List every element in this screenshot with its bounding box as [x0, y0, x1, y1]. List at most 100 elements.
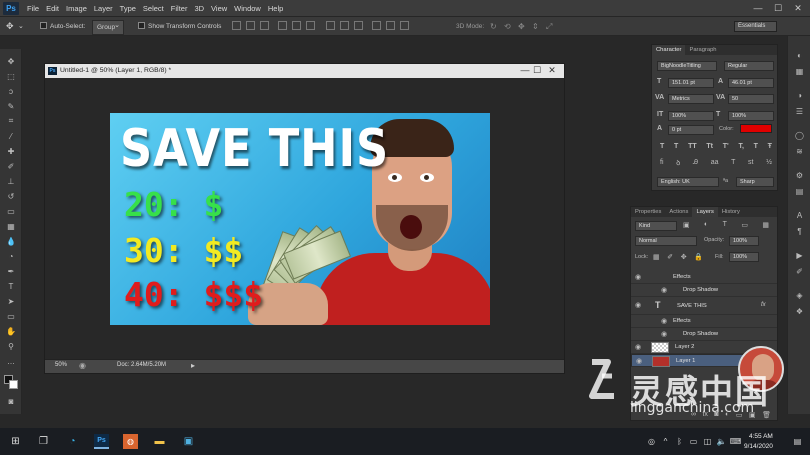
strikethrough-icon[interactable]: Ŧ	[768, 143, 772, 150]
brush-tool-icon[interactable]: ✐	[4, 160, 18, 172]
blur-tool-icon[interactable]: 💧	[4, 235, 18, 247]
effects-visibility-eye-icon[interactable]: ◉	[661, 317, 667, 325]
superscript-icon[interactable]: T'	[723, 143, 729, 150]
align-vcenter-icon[interactable]	[246, 21, 255, 30]
auto-select-checkbox[interactable]: Auto-Select:	[40, 20, 85, 33]
3d-rotate-icon[interactable]: ↻	[490, 20, 497, 33]
tray-chevron-icon[interactable]: ^	[658, 434, 673, 449]
layers-panel-icon[interactable]: ◈	[794, 290, 805, 301]
layer-effects-row[interactable]: ◉ Effects	[631, 315, 777, 328]
drop-shadow-visibility-eye-icon[interactable]: ◉	[661, 286, 667, 294]
3d-scale-icon[interactable]: ⤢	[546, 20, 552, 33]
subscript-icon[interactable]: T,	[738, 143, 743, 150]
lasso-tool-icon[interactable]: ↄ	[4, 85, 18, 97]
3d-roll-icon[interactable]: ⟲	[504, 20, 511, 33]
status-menu-arrow-icon[interactable]: ▸	[191, 361, 195, 370]
menu-image[interactable]: Image	[66, 0, 94, 17]
layer-visibility-eye-icon[interactable]: ◉	[635, 301, 641, 309]
shape-filter-icon[interactable]: ▭	[741, 221, 748, 229]
network-icon[interactable]: ◫	[700, 434, 715, 449]
app-maximize-button[interactable]: ☐	[768, 0, 788, 17]
distribute-top-icon[interactable]	[326, 21, 335, 30]
font-size-field[interactable]: 151.01 pt	[668, 78, 714, 88]
crop-tool-icon[interactable]: ⌗	[4, 115, 18, 127]
align-right-icon[interactable]	[306, 21, 315, 30]
pixel-filter-icon[interactable]: ▣	[683, 221, 690, 229]
paths-panel-icon[interactable]: ◯	[794, 130, 805, 141]
taskbar-clock-time[interactable]: 4:55 AM	[749, 433, 773, 440]
windows-start-icon[interactable]: ⊞	[8, 434, 23, 449]
status-icon[interactable]: ◉	[79, 361, 86, 370]
3d-pan-icon[interactable]: ✥	[518, 20, 525, 33]
tab-properties[interactable]: Properties	[631, 207, 665, 217]
text-color-swatch[interactable]	[740, 124, 772, 133]
media-app-icon[interactable]: ◍	[123, 434, 138, 449]
fractions-icon[interactable]: ½	[766, 159, 772, 168]
keyboard-icon[interactable]: ⌨	[728, 434, 743, 449]
menu-view[interactable]: View	[211, 0, 234, 17]
document-size-info[interactable]: Doc: 2.64M/5.20M	[117, 362, 166, 368]
font-family-dropdown[interactable]: BigNoodleTitling	[657, 61, 717, 71]
path-select-tool-icon[interactable]: ➤	[4, 295, 18, 307]
type-filter-icon[interactable]: T	[723, 221, 727, 229]
distribute-left-icon[interactable]	[372, 21, 381, 30]
adjustment-filter-icon[interactable]: ◐	[704, 221, 708, 229]
doc-close-button[interactable]: ✕	[542, 64, 562, 78]
character-panel-icon[interactable]: A	[794, 210, 805, 221]
layer-filter-kind-dropdown[interactable]: Kind	[635, 221, 677, 231]
gradient-tool-icon[interactable]: ▦	[4, 220, 18, 232]
drop-shadow-visibility-eye-icon[interactable]: ◉	[661, 330, 667, 338]
task-view-icon[interactable]: ❐	[36, 434, 51, 449]
marquee-tool-icon[interactable]: ⬚	[4, 70, 18, 82]
type-tool-icon[interactable]: T	[4, 280, 18, 292]
photos-app-icon[interactable]: ▣	[181, 434, 196, 449]
channels-panel-icon[interactable]: ≋	[794, 146, 805, 157]
app-minimize-button[interactable]: —	[748, 0, 768, 17]
leading-field[interactable]: 46.01 pt	[728, 78, 774, 88]
edge-browser-icon[interactable]: ◔	[65, 434, 80, 449]
layer-drop-shadow-row[interactable]: ◉ Drop Shadow	[631, 328, 777, 341]
smart-filter-icon[interactable]: ▦	[762, 221, 769, 229]
tab-history[interactable]: History	[718, 207, 744, 217]
layer-drop-shadow-row[interactable]: ◉ Drop Shadow	[631, 284, 777, 297]
eraser-tool-icon[interactable]: ▭	[4, 205, 18, 217]
tab-paragraph[interactable]: Paragraph	[685, 45, 720, 55]
history-panel-icon[interactable]: ▤	[794, 186, 805, 197]
pen-tool-icon[interactable]: ✒	[4, 265, 18, 277]
menu-window[interactable]: Window	[234, 0, 268, 17]
volume-icon[interactable]: 🔈	[714, 434, 729, 449]
tab-character[interactable]: Character	[652, 45, 686, 55]
document-titlebar[interactable]: Ps Untitled-1 @ 50% (Layer 1, RGB/8) * —…	[45, 64, 564, 78]
blend-mode-dropdown[interactable]: Normal	[635, 236, 697, 246]
lock-position-icon[interactable]: ✥	[681, 253, 687, 261]
faux-bold-icon[interactable]: T	[660, 143, 664, 150]
history-brush-tool-icon[interactable]: ↺	[4, 190, 18, 202]
distribute-hcenter-icon[interactable]	[386, 21, 395, 30]
swatches-panel-icon[interactable]: ▦	[794, 66, 805, 77]
language-dropdown[interactable]: English: UK	[657, 177, 719, 187]
tab-layers[interactable]: Layers	[692, 207, 718, 217]
zoom-level[interactable]: 50%	[55, 362, 67, 368]
workspace-switcher[interactable]: Essentials	[734, 21, 777, 32]
baseline-shift-field[interactable]: 0 pt	[668, 125, 714, 135]
edit-toolbar-icon[interactable]: …	[4, 355, 18, 367]
lock-transparency-icon[interactable]: ▦	[653, 253, 660, 261]
menu-edit[interactable]: Edit	[46, 0, 66, 17]
lock-all-icon[interactable]: 🔒	[694, 253, 703, 261]
properties-panel-icon[interactable]: ⚙	[794, 170, 805, 181]
menu-layer[interactable]: Layer	[94, 0, 120, 17]
zoom-tool-icon[interactable]: ⚲	[4, 340, 18, 352]
fill-field[interactable]: 100%	[729, 252, 759, 262]
horizontal-scale-field[interactable]: 100%	[728, 111, 774, 121]
app-close-button[interactable]: ✕	[788, 0, 808, 17]
auto-select-target-dropdown[interactable]: Group	[92, 19, 124, 35]
bluetooth-icon[interactable]: ᛒ	[672, 434, 687, 449]
taskbar-clock-date[interactable]: 9/14/2020	[744, 443, 773, 450]
align-left-icon[interactable]	[278, 21, 287, 30]
stylistic-alt-icon[interactable]: aa	[711, 159, 719, 168]
layer-comps-icon[interactable]: ❖	[794, 306, 805, 317]
underline-icon[interactable]: T	[754, 143, 758, 150]
layer-effects-row[interactable]: ◉ Effects	[631, 271, 777, 284]
tool-preset-dropdown-icon[interactable]: ⌄	[18, 20, 24, 33]
tracking-dropdown[interactable]: 50	[728, 94, 774, 104]
